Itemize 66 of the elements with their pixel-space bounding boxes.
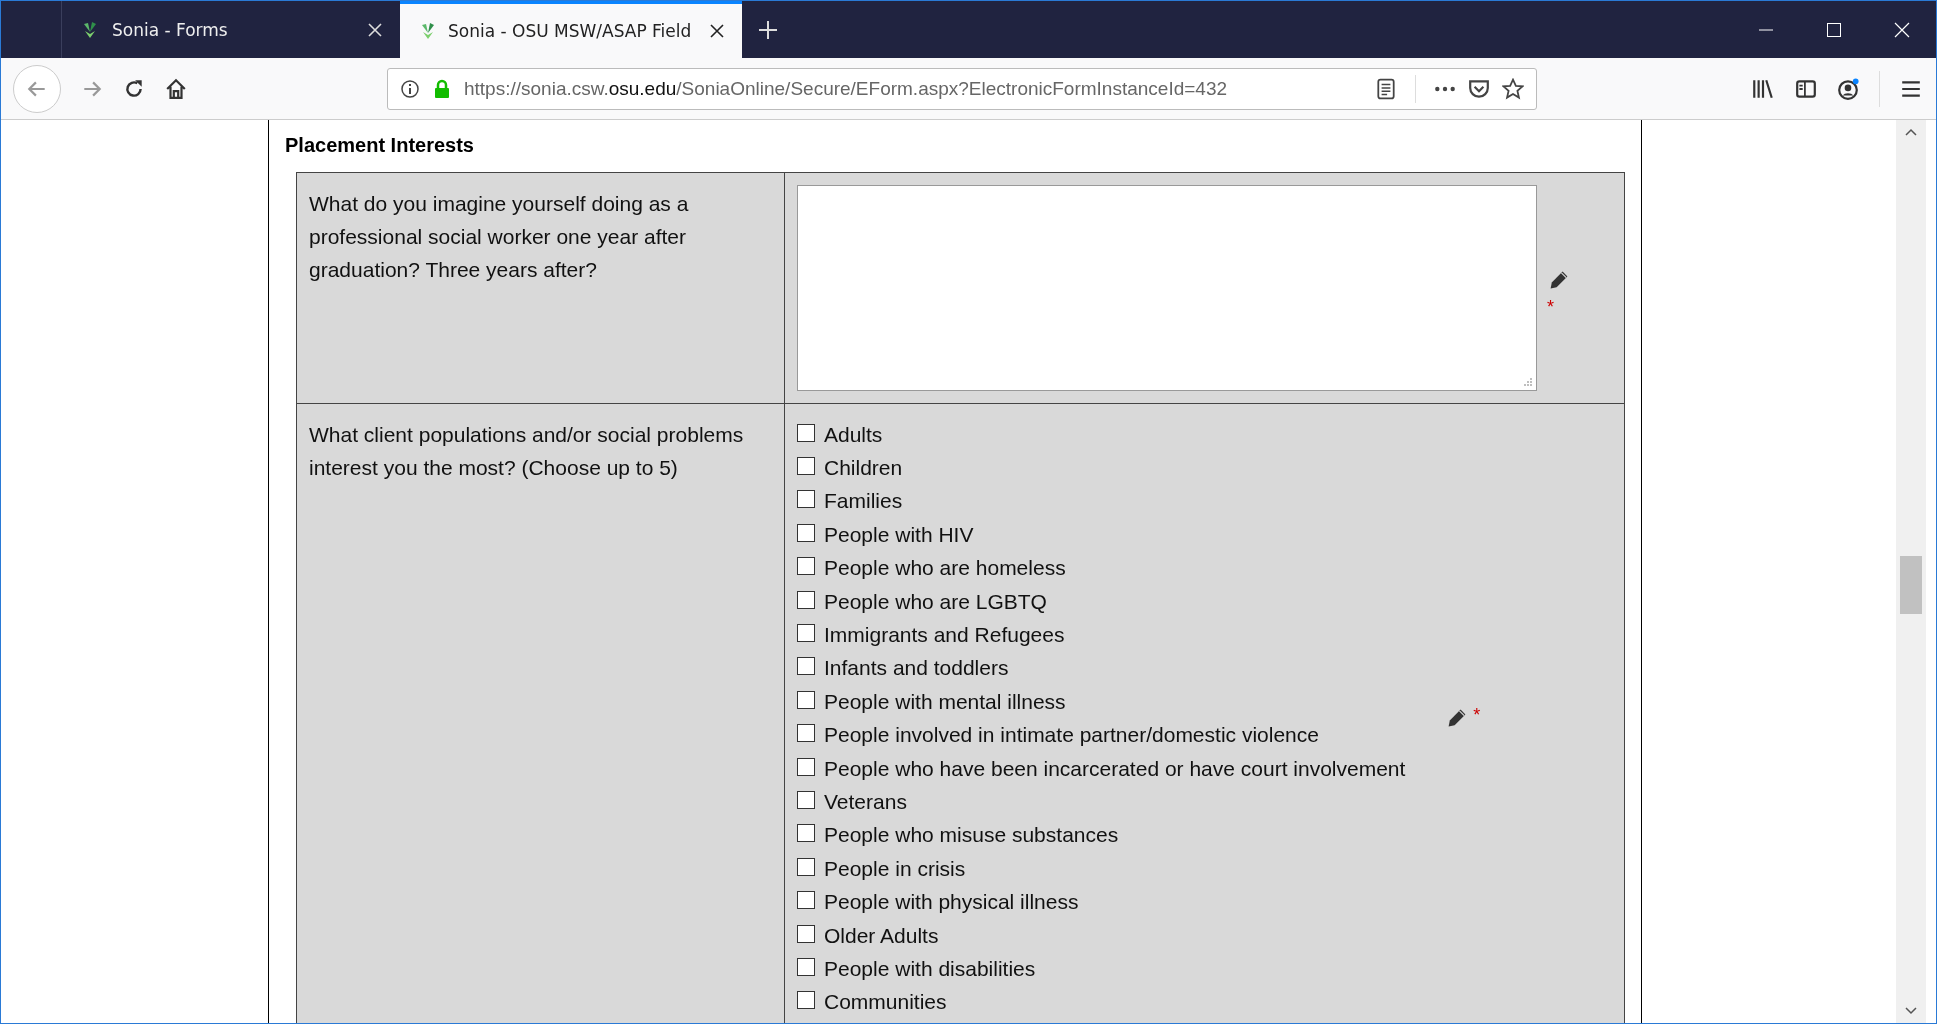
browser-tab[interactable]: Sonia - OSU MSW/ASAP Field <box>400 1 742 58</box>
required-asterisk: * <box>1473 705 1481 724</box>
checkbox-option[interactable]: Children <box>797 451 1406 485</box>
question-label: What client populations and/or social problems interest you the most? (Choose up to 5) <box>297 404 785 1023</box>
checkbox[interactable] <box>797 457 815 476</box>
checkbox[interactable] <box>797 590 815 609</box>
checkbox[interactable] <box>797 490 815 509</box>
checkbox-option[interactable]: People with HIV <box>797 518 1406 552</box>
checkbox[interactable] <box>797 891 815 910</box>
resize-grip-icon[interactable] <box>1523 377 1533 387</box>
lock-icon <box>432 78 452 99</box>
checkbox[interactable] <box>797 423 815 442</box>
section-title: Placement Interests <box>284 133 475 158</box>
question-label: What do you imagine yourself doing as a professional social worker one year after graduation? Three years after? <box>297 173 785 403</box>
home-icon[interactable] <box>165 77 187 100</box>
checkbox[interactable] <box>797 657 815 676</box>
star-icon[interactable] <box>1502 77 1524 100</box>
scrollbar-thumb[interactable] <box>1900 556 1922 614</box>
checkbox[interactable] <box>797 557 815 576</box>
checkbox-option[interactable]: Communities <box>797 985 1406 1020</box>
checkbox[interactable] <box>797 624 815 643</box>
checkbox-option[interactable]: People who are LGBTQ <box>797 584 1406 619</box>
checkbox[interactable] <box>797 924 815 943</box>
checkbox[interactable] <box>797 757 815 776</box>
new-tab-icon[interactable] <box>758 19 778 40</box>
browser-tab[interactable]: Sonia - Forms <box>62 1 400 58</box>
close-icon[interactable] <box>710 24 724 38</box>
scroll-down-icon[interactable] <box>1905 1007 1917 1015</box>
checkbox-option[interactable]: People who misuse substances <box>797 818 1406 853</box>
checkbox-option[interactable]: People who are homeless <box>797 551 1406 585</box>
checkbox[interactable] <box>797 991 815 1010</box>
checkbox[interactable] <box>797 857 815 876</box>
library-icon[interactable] <box>1751 77 1775 100</box>
scroll-up-icon[interactable] <box>1905 128 1917 136</box>
checkbox[interactable] <box>797 724 815 743</box>
checkbox-option[interactable]: Adults <box>797 418 1406 452</box>
info-icon[interactable] <box>400 78 420 99</box>
checkbox[interactable] <box>797 523 815 542</box>
checkbox[interactable] <box>797 957 815 976</box>
tab-title: Sonia - Forms <box>112 19 229 40</box>
checkbox-option[interactable]: People who have been incarcerated or have court involvement <box>797 751 1406 786</box>
maximize-icon[interactable] <box>1826 21 1842 38</box>
back-button[interactable] <box>13 64 61 113</box>
address-bar[interactable]: https://sonia.csw.osu.edu/SoniaOnline/Secure/EForm.aspx?ElectronicFormInstanceId=432 <box>387 67 1537 110</box>
checkbox-option[interactable]: Families <box>797 484 1406 519</box>
checkbox-option[interactable]: People with physical illness <box>797 885 1406 919</box>
checkbox-option[interactable]: Older Adults <box>797 918 1406 953</box>
checkbox-option[interactable]: Infants and toddlers <box>797 651 1406 686</box>
checkbox-option[interactable]: People in crisis <box>797 852 1406 886</box>
scrollbar[interactable] <box>1896 120 1926 1023</box>
checkbox-option[interactable]: Veterans <box>797 785 1406 819</box>
checkbox[interactable] <box>797 824 815 843</box>
pocket-icon[interactable] <box>1468 77 1490 100</box>
checkbox[interactable] <box>797 690 815 709</box>
reload-icon[interactable] <box>123 77 145 100</box>
required-asterisk: * <box>1547 298 1554 316</box>
checkbox-option[interactable]: People involved in intimate partner/domestic violence <box>797 718 1406 752</box>
checkbox-option[interactable]: Immigrants and Refugees <box>797 618 1406 652</box>
sidebar-icon[interactable] <box>1795 77 1817 100</box>
reader-view-icon[interactable] <box>1375 77 1397 100</box>
checkbox-option[interactable]: People with disabilities <box>797 952 1406 986</box>
tab-title: Sonia - OSU MSW/ASAP Field <box>448 21 693 41</box>
account-icon[interactable] <box>1837 77 1859 100</box>
checkbox[interactable] <box>797 791 815 809</box>
checkbox-option[interactable]: People with mental illness <box>797 685 1406 719</box>
url-text: https://sonia.csw.osu.edu/SoniaOnline/Secure/EForm.aspx?ElectronicFormInstanceId=432 <box>464 77 1228 100</box>
